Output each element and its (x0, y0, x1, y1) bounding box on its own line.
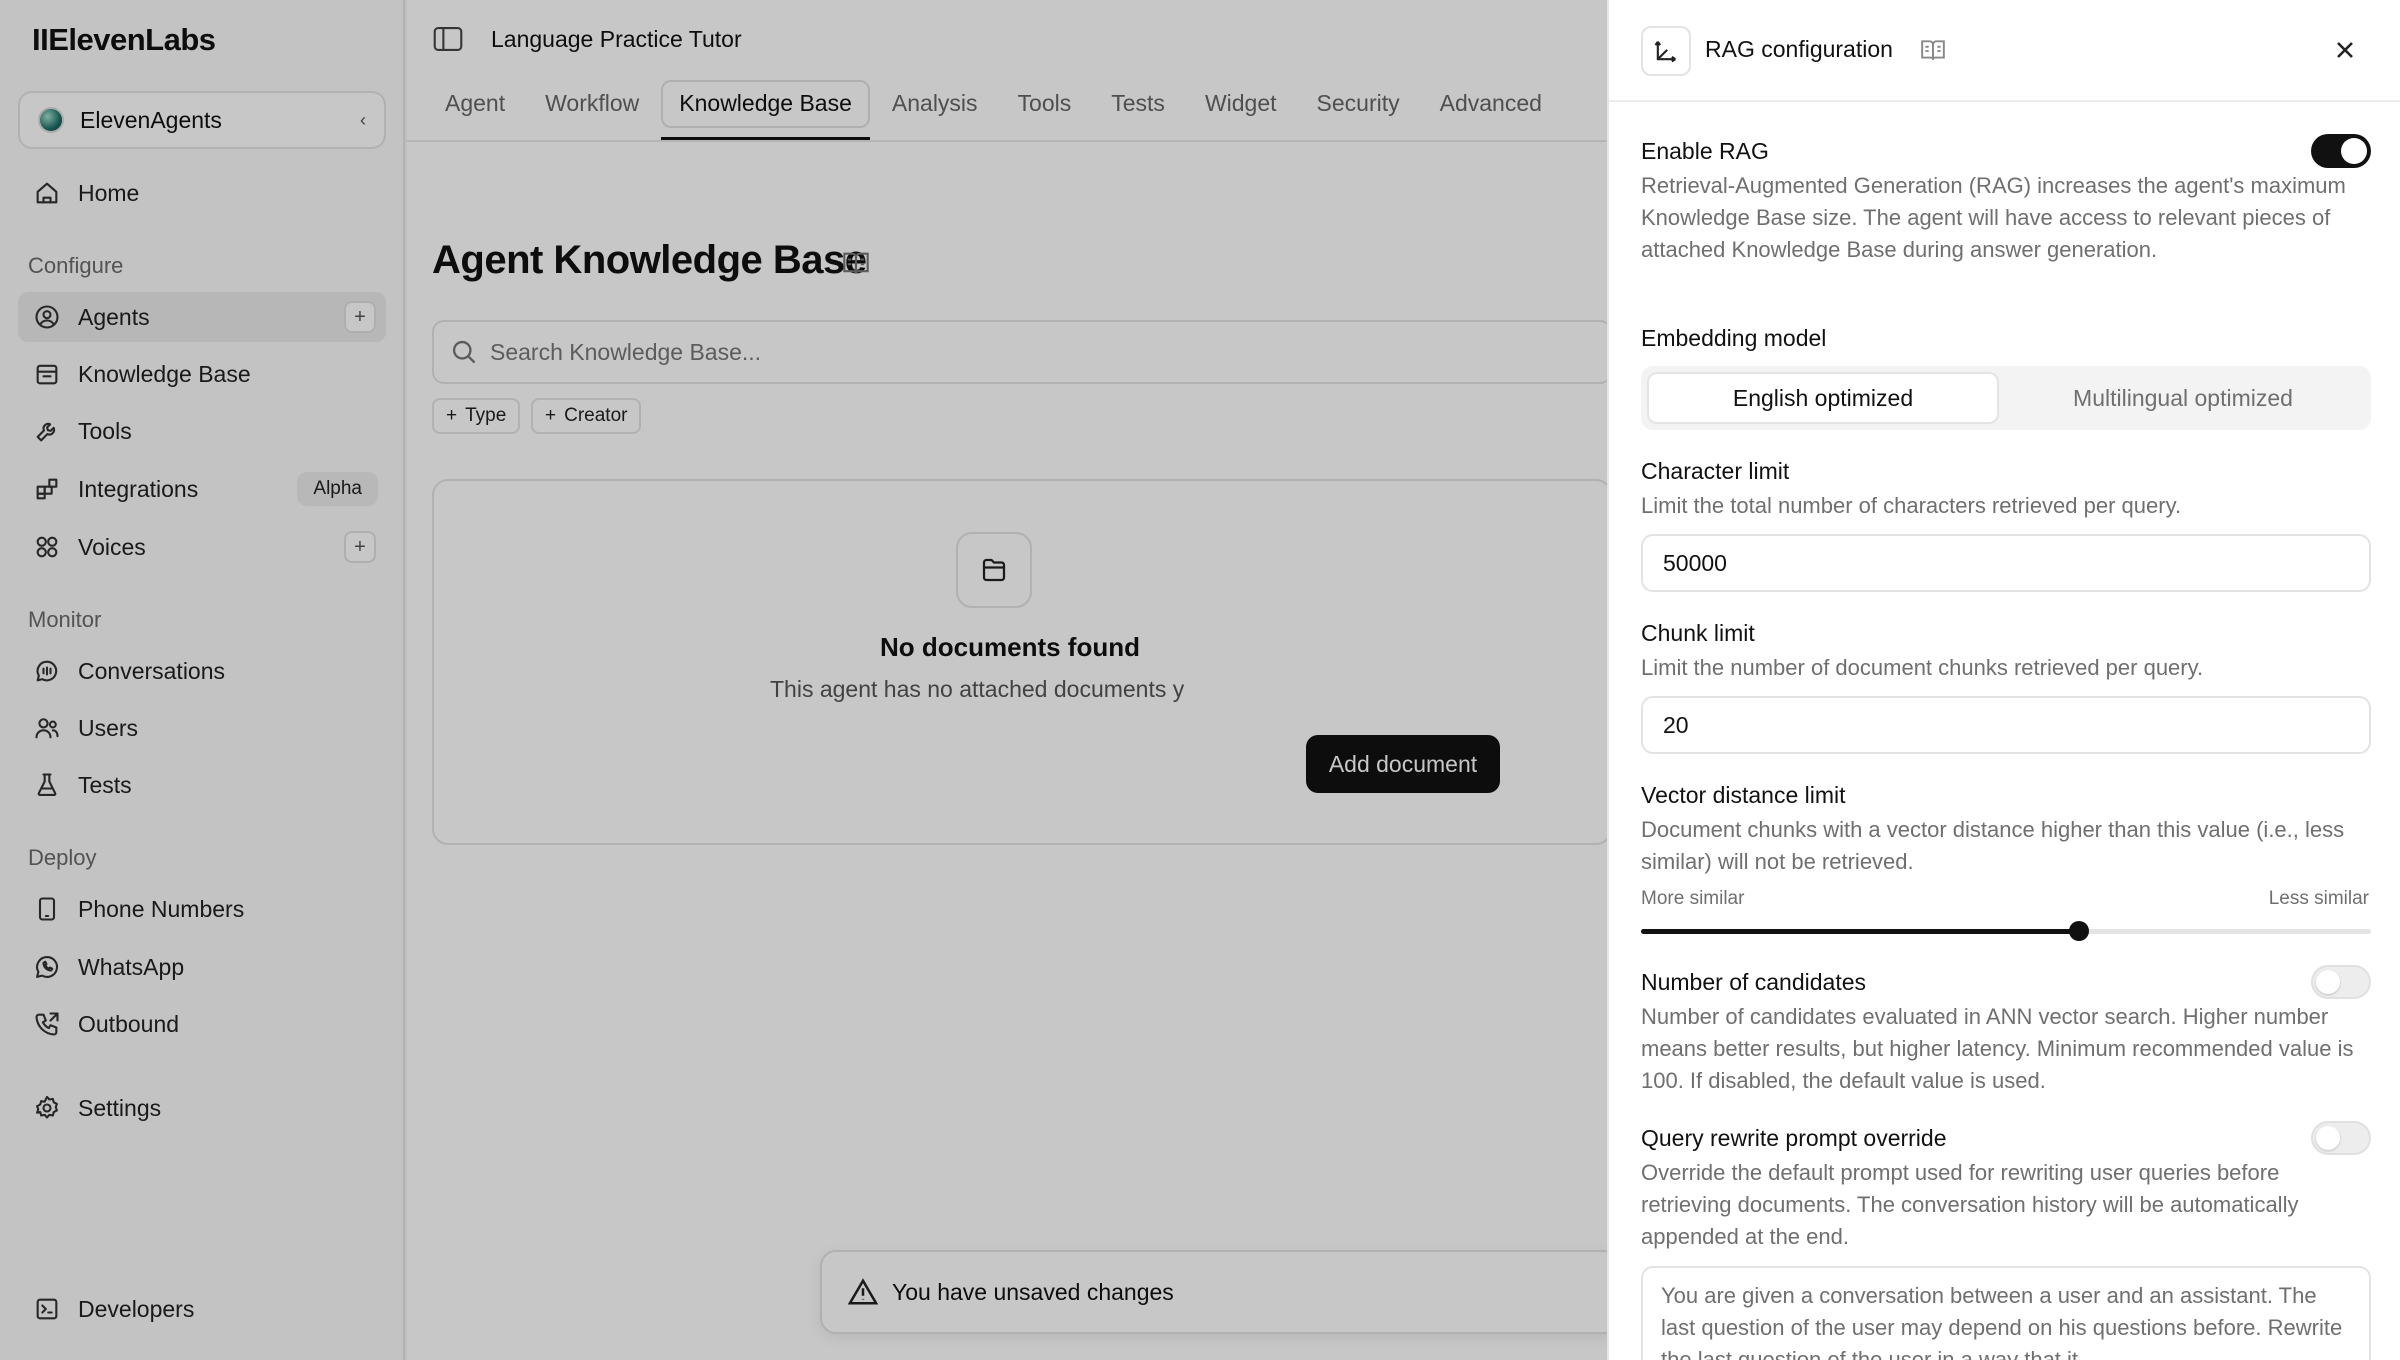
panel-header: RAG configuration (1609, 0, 2400, 102)
query-rewrite-prompt[interactable]: You are given a conversation between a u… (1641, 1266, 2371, 1360)
close-icon[interactable] (2331, 36, 2361, 66)
vector-distance-label: Vector distance limit (1641, 782, 1846, 808)
enable-rag-toggle[interactable] (2311, 134, 2371, 168)
candidates-toggle[interactable] (2311, 965, 2371, 999)
character-limit-description: Limit the total number of characters ret… (1641, 493, 2182, 518)
embedding-model-label: Embedding model (1641, 325, 1827, 351)
character-limit-label: Character limit (1641, 458, 1790, 484)
chunk-limit-input[interactable] (1641, 696, 2371, 754)
enable-rag-label: Enable RAG (1641, 138, 1769, 164)
slider-handle[interactable] (2069, 921, 2089, 941)
query-rewrite-toggle[interactable] (2311, 1121, 2371, 1155)
candidates-description: Number of candidates evaluated in ANN ve… (1641, 1004, 2354, 1093)
query-rewrite-label: Query rewrite prompt override (1641, 1125, 1947, 1151)
slider-fill (1641, 929, 2079, 934)
slider-max-label: Less similar (2268, 888, 2369, 909)
modal-backdrop[interactable] (0, 0, 1607, 1360)
rag-config-panel: RAG configuration Enable RAG Retrieval-A… (1607, 0, 2400, 1360)
chunk-limit-label: Chunk limit (1641, 620, 1755, 646)
open-book-icon[interactable] (1920, 38, 1946, 62)
panel-title: RAG configuration (1705, 36, 1893, 62)
chunk-limit-description: Limit the number of document chunks retr… (1641, 655, 2204, 680)
slider-min-label: More similar (1641, 888, 1745, 909)
vector-distance-slider[interactable] (1641, 921, 2371, 941)
enable-rag-description: Retrieval-Augmented Generation (RAG) inc… (1641, 173, 2346, 262)
embedding-model-selector: English optimized Multilingual optimized (1641, 366, 2371, 430)
embedding-option-multilingual[interactable]: Multilingual optimized (2007, 372, 2359, 424)
character-limit-input[interactable] (1641, 534, 2371, 592)
embedding-option-english[interactable]: English optimized (1647, 372, 1999, 424)
vector-distance-description: Document chunks with a vector distance h… (1641, 817, 2345, 874)
query-rewrite-description: Override the default prompt used for rew… (1641, 1160, 2299, 1249)
candidates-label: Number of candidates (1641, 969, 1867, 995)
axis-arrow-icon (1641, 26, 1691, 76)
